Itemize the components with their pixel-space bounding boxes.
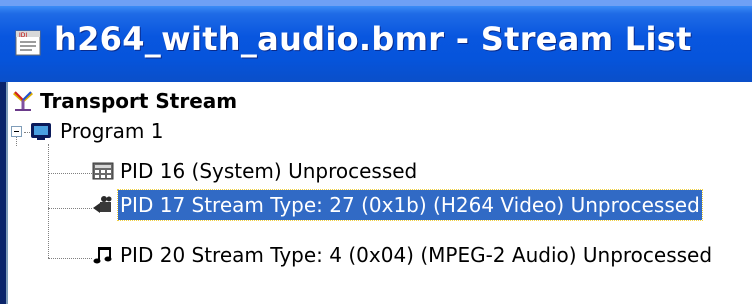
tree-item-pid-16[interactable]: PID 16 (System) Unprocessed: [8, 156, 508, 186]
tree-view[interactable]: Transport Stream Program 1 PID 16 (Syste…: [6, 82, 752, 304]
window-title: h264_with_audio.bmr - Stream List: [54, 20, 692, 58]
tree-item-program-1[interactable]: Program 1: [8, 116, 308, 146]
document-icon: IDI: [15, 30, 41, 56]
tree-item-transport-stream[interactable]: Transport Stream: [8, 86, 308, 116]
tree-item-pid-17[interactable]: PID 17 Stream Type: 27 (0x1b) (H264 Vide…: [8, 189, 752, 221]
system-table-icon: [92, 162, 114, 180]
tree-item-pid-20[interactable]: PID 20 Stream Type: 4 (0x04) (MPEG-2 Aud…: [8, 240, 752, 270]
svg-text:IDI: IDI: [19, 32, 27, 39]
stream-list-window: IDI h264_with_audio.bmr - Stream List Tr…: [0, 0, 752, 304]
program-monitor-icon: [31, 123, 51, 140]
collapse-toggle[interactable]: [11, 126, 22, 137]
music-note-icon: [93, 247, 112, 264]
tree-item-label: PID 20 Stream Type: 4 (0x04) (MPEG-2 Aud…: [120, 243, 713, 267]
title-bar[interactable]: IDI h264_with_audio.bmr - Stream List: [0, 0, 752, 82]
tree-item-label: PID 17 Stream Type: 27 (0x1b) (H264 Vide…: [117, 189, 703, 221]
tree-item-label: Transport Stream: [40, 89, 238, 113]
tree-item-label: Program 1: [60, 119, 164, 143]
video-camera-icon: [93, 196, 112, 213]
tree-item-label: PID 16 (System) Unprocessed: [120, 159, 418, 183]
transport-stream-icon: [13, 91, 33, 111]
